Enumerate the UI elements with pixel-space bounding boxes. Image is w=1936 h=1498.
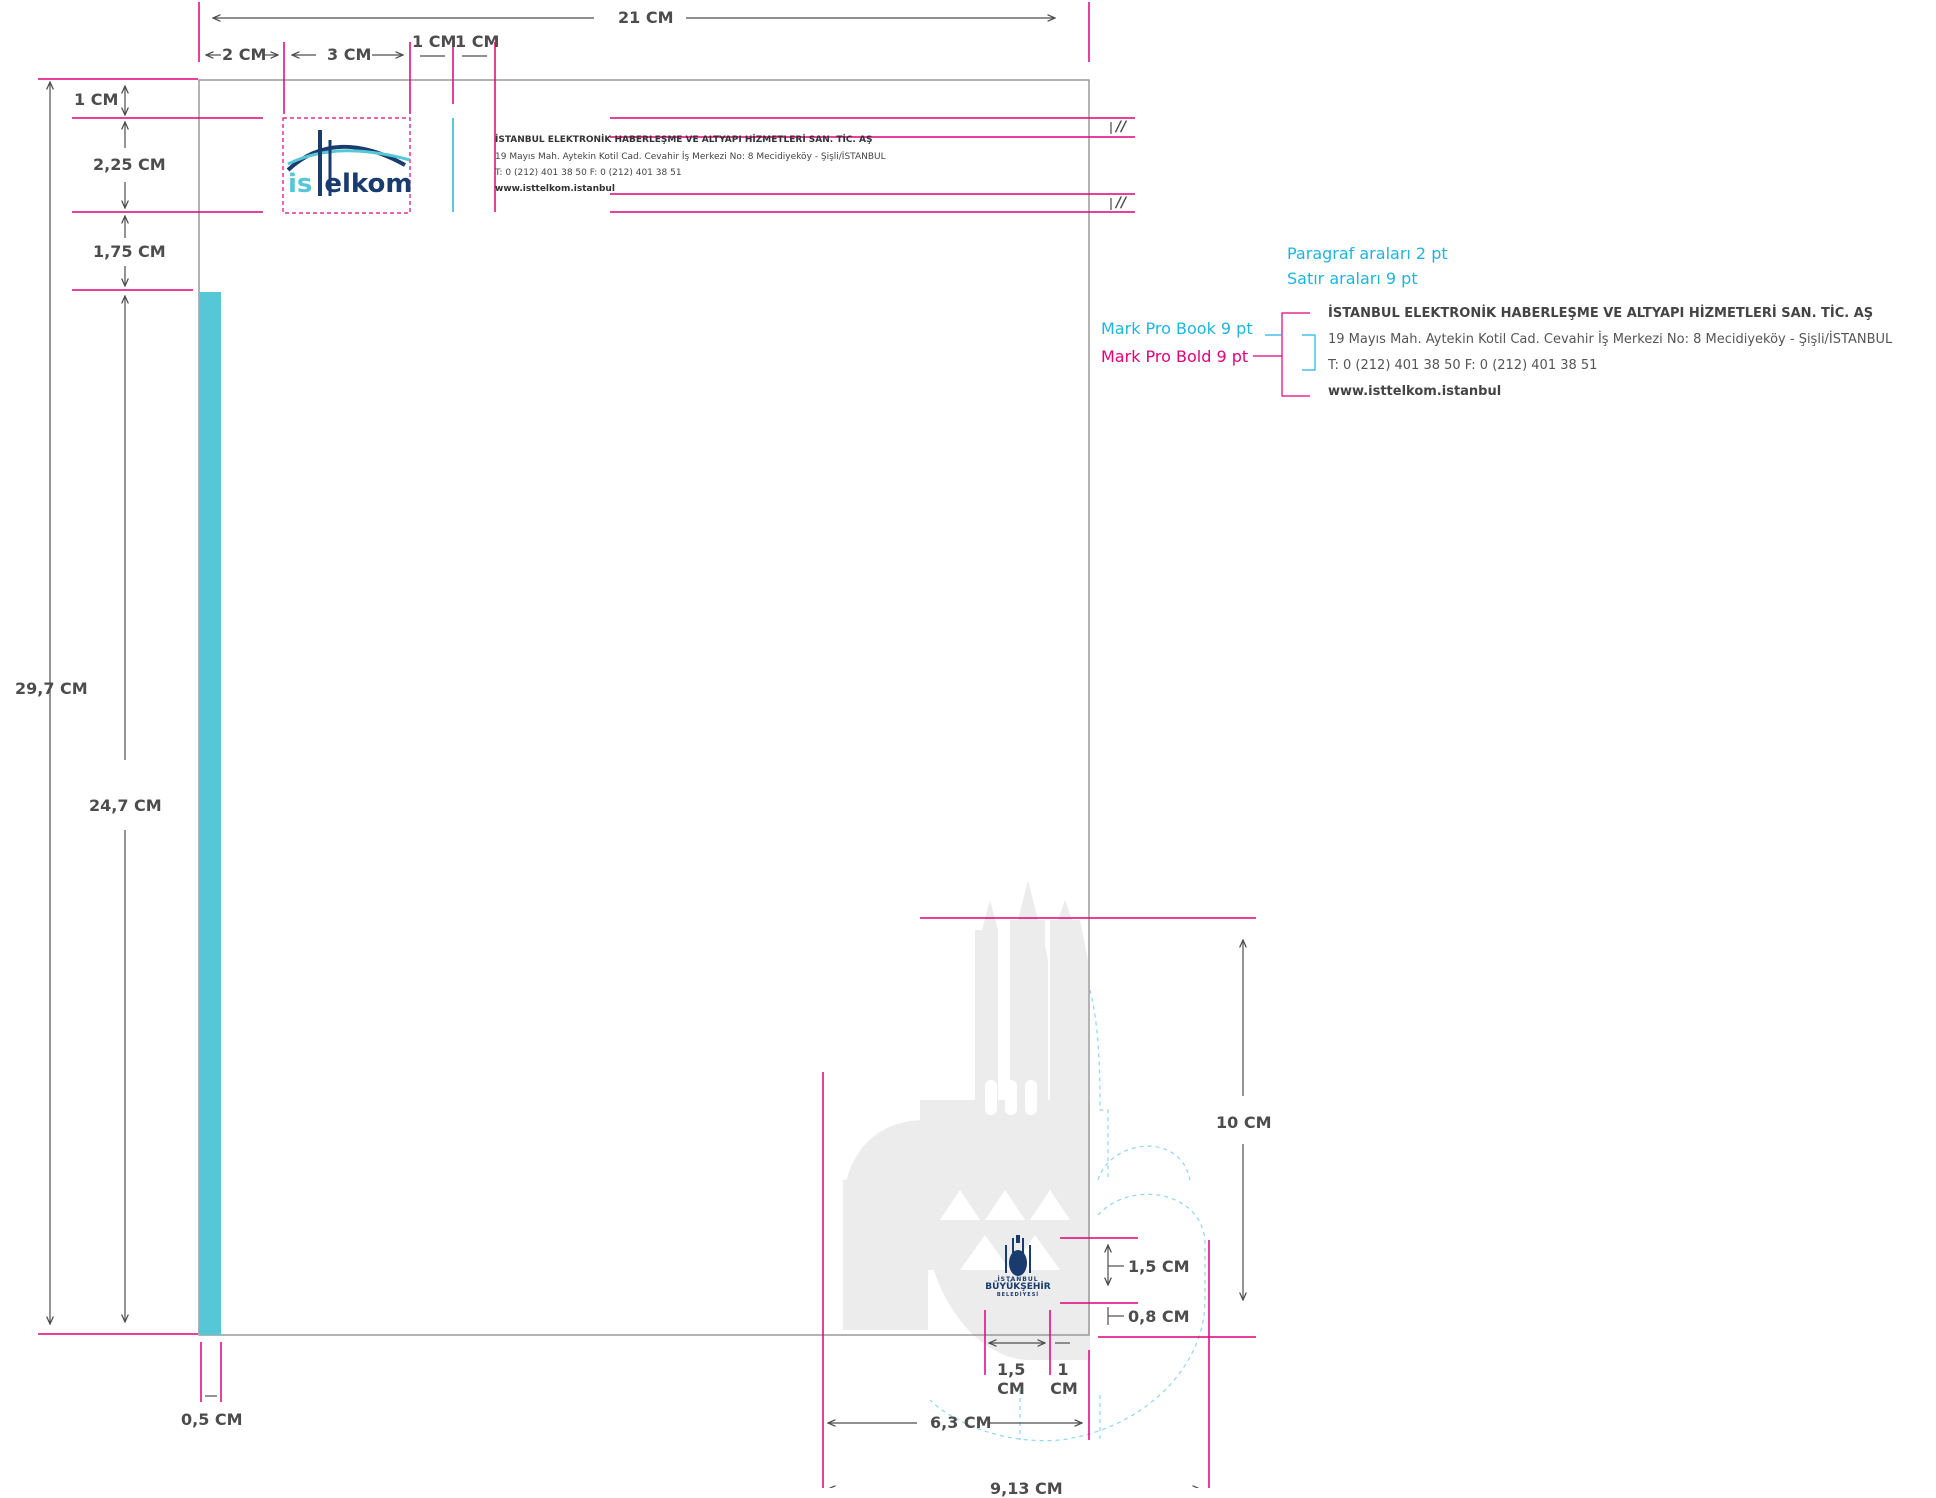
dim-gap-a: 1 CM xyxy=(412,32,457,51)
dim-emblem-right-num: 1 xyxy=(1057,1360,1069,1379)
dim-body-height: 24,7 CM xyxy=(89,796,162,815)
dim-emblem-width-unit: CM xyxy=(997,1379,1025,1398)
dim-emblem-height: 1,5 CM xyxy=(1128,1257,1190,1276)
header-phone: T: 0 (212) 401 38 50 F: 0 (212) 401 38 5… xyxy=(495,168,682,178)
teal-side-bar xyxy=(199,292,221,1335)
parallel-mark-bottom: // xyxy=(1116,195,1127,211)
spec-address: 19 Mayıs Mah. Aytekin Kotil Cad. Cevahir… xyxy=(1328,332,1893,347)
spec-font-book: Mark Pro Book 9 pt xyxy=(1101,319,1253,338)
header-company-name: İSTANBUL ELEKTRONİK HABERLEŞME VE ALTYAP… xyxy=(495,135,873,145)
dim-watermark-height: 10 CM xyxy=(1216,1113,1272,1132)
spec-drawing xyxy=(38,2,1316,1488)
dim-logo-width: 3 CM xyxy=(327,45,372,64)
ibb-emblem-text: İSTANBUL BÜYÜKŞEHİR BELEDİYESİ xyxy=(978,1276,1058,1298)
dim-top-margin: 1 CM xyxy=(74,90,119,109)
letterhead-spec-sheet: 21 CM 2 CM 3 CM 1 CM 1 CM 1 CM 2,25 CM 1… xyxy=(0,0,1936,1497)
dim-page-width: 21 CM xyxy=(618,8,674,27)
logo-text-is: is xyxy=(288,169,313,199)
dim-page-height: 29,7 CM xyxy=(15,679,88,698)
spec-website: www.isttelkom.istanbul xyxy=(1328,384,1502,399)
dim-bar-width: 0,5 CM xyxy=(181,1410,243,1429)
dim-left-margin: 2 CM xyxy=(222,45,267,64)
dim-emblem-width-num: 1,5 xyxy=(997,1360,1026,1379)
dim-gap-b: 1 CM xyxy=(455,32,500,51)
spec-paragraph-spacing: Paragraf araları 2 pt xyxy=(1287,244,1448,263)
header-address: 19 Mayıs Mah. Aytekin Kotil Cad. Cevahir… xyxy=(495,152,886,162)
isttelkom-logo: is elkom xyxy=(288,171,412,197)
spec-brackets xyxy=(1253,312,1316,397)
parallel-mark-top: // xyxy=(1116,119,1127,135)
spec-font-bold: Mark Pro Bold 9 pt xyxy=(1101,347,1249,366)
dim-header-gap: 1,75 CM xyxy=(93,242,166,261)
dim-emblem-right-unit: CM xyxy=(1050,1379,1078,1398)
ibb-line-belediyesi: BELEDİYESİ xyxy=(996,1291,1040,1298)
dim-header-height: 2,25 CM xyxy=(93,155,166,174)
spec-phone: T: 0 (212) 401 38 50 F: 0 (212) 401 38 5… xyxy=(1328,358,1598,373)
dim-watermark-inner-width: 6,3 CM xyxy=(930,1413,992,1432)
logo-text-elkom: elkom xyxy=(324,169,413,199)
spec-company-name: İSTANBUL ELEKTRONİK HABERLEŞME VE ALTYAP… xyxy=(1328,306,1874,321)
spec-line-spacing: Satır araları 9 pt xyxy=(1287,269,1418,288)
dim-emblem-bottom: 0,8 CM xyxy=(1128,1307,1190,1326)
dim-watermark-total-width: 9,13 CM xyxy=(990,1479,1063,1498)
header-website: www.isttelkom.istanbul xyxy=(495,184,615,194)
